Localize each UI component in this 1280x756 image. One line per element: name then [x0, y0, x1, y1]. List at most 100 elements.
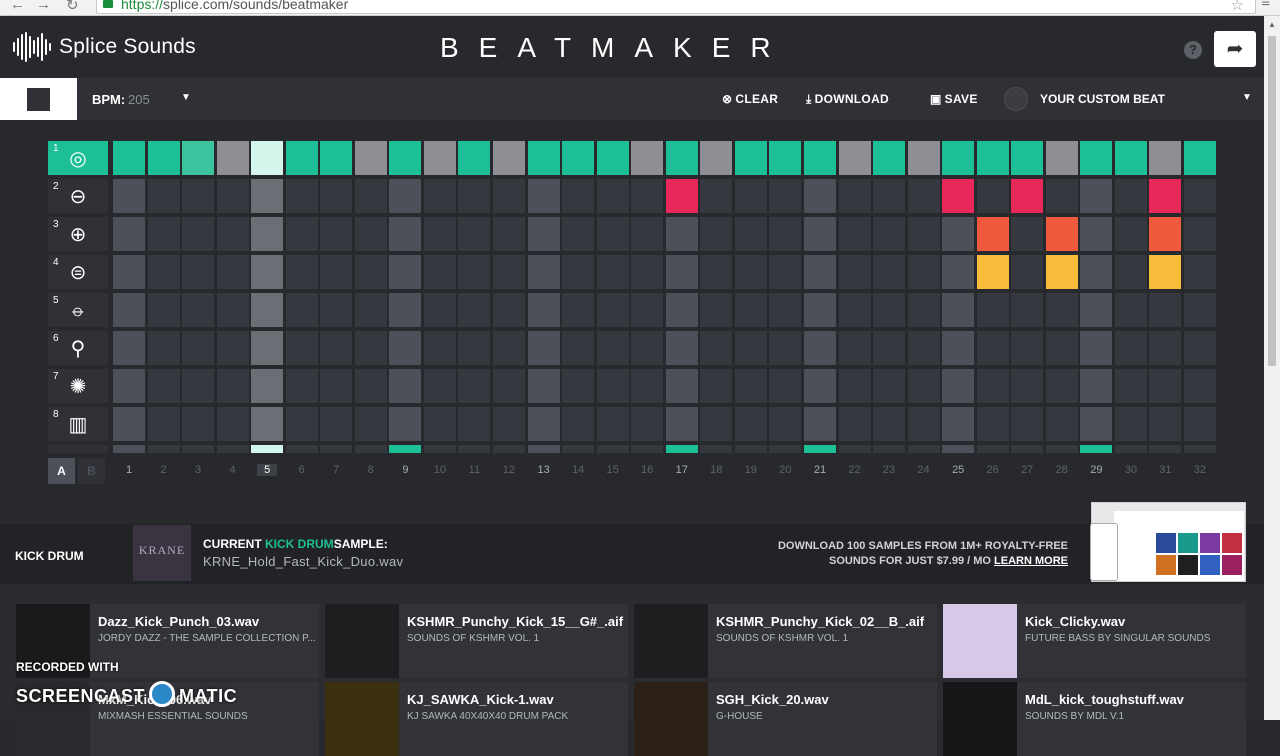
step-cell[interactable] — [182, 331, 214, 365]
step-cell[interactable] — [631, 179, 664, 213]
step-cell[interactable] — [734, 293, 767, 327]
step-cell[interactable] — [976, 293, 1009, 327]
step-cell[interactable] — [216, 217, 249, 251]
step-cell[interactable] — [804, 369, 836, 403]
step-cell[interactable] — [873, 369, 905, 403]
step-cell[interactable] — [1080, 369, 1113, 403]
step-cell[interactable] — [320, 217, 353, 251]
step-cell[interactable] — [562, 141, 595, 175]
step-cell[interactable] — [1149, 369, 1182, 403]
step-cell[interactable] — [527, 141, 560, 175]
step-cell[interactable] — [1011, 331, 1044, 365]
step-cell[interactable] — [113, 407, 145, 441]
step-cell[interactable] — [1011, 217, 1044, 251]
step-cell[interactable] — [631, 369, 664, 403]
step-cell[interactable] — [976, 141, 1009, 175]
step-cell[interactable] — [182, 141, 214, 175]
step-cell[interactable] — [216, 179, 249, 213]
step-cell[interactable] — [907, 141, 940, 175]
step-cell[interactable] — [804, 331, 836, 365]
step-cell[interactable] — [769, 141, 802, 175]
step-cell[interactable] — [527, 331, 560, 365]
step-cell[interactable] — [907, 445, 940, 453]
step-cell[interactable] — [700, 179, 733, 213]
step-cell[interactable] — [907, 407, 940, 441]
step-cell[interactable] — [769, 217, 802, 251]
step-cell[interactable] — [700, 255, 733, 289]
step-cell[interactable] — [320, 445, 353, 453]
step-cell[interactable] — [596, 293, 629, 327]
step-cell[interactable] — [113, 141, 145, 175]
step-cell[interactable] — [665, 293, 698, 327]
step-cell[interactable] — [389, 217, 422, 251]
step-cell[interactable] — [804, 141, 836, 175]
step-cell[interactable] — [354, 369, 387, 403]
step-cell[interactable] — [354, 407, 387, 441]
step-cell[interactable] — [838, 369, 871, 403]
step-cell[interactable] — [492, 179, 525, 213]
step-cell[interactable] — [1045, 331, 1078, 365]
step-cell[interactable] — [182, 445, 214, 453]
step-cell[interactable] — [320, 179, 353, 213]
sample-pack-art[interactable] — [634, 604, 708, 678]
stop-button[interactable] — [0, 78, 77, 120]
step-cell[interactable] — [251, 445, 284, 453]
step-cell[interactable] — [389, 445, 422, 453]
step-cell[interactable] — [1114, 217, 1147, 251]
step-cell[interactable] — [182, 179, 214, 213]
step-cell[interactable] — [631, 217, 664, 251]
step-cell[interactable] — [596, 445, 629, 453]
step-cell[interactable] — [1080, 407, 1113, 441]
sample-pack-art[interactable]: KRANE — [133, 525, 191, 581]
step-cell[interactable] — [873, 407, 905, 441]
step-cell[interactable] — [147, 217, 180, 251]
step-cell[interactable] — [527, 369, 560, 403]
step-cell[interactable] — [838, 445, 871, 453]
step-cell[interactable] — [1011, 293, 1044, 327]
share-button[interactable]: ➦ — [1214, 31, 1256, 67]
step-cell[interactable] — [389, 255, 422, 289]
step-cell[interactable] — [734, 141, 767, 175]
step-cell[interactable] — [113, 331, 145, 365]
scroll-up-icon[interactable]: ▲ — [1268, 20, 1276, 29]
step-cell[interactable] — [527, 293, 560, 327]
step-cell[interactable] — [734, 407, 767, 441]
pattern-tab-b[interactable]: B — [78, 458, 105, 484]
step-cell[interactable] — [389, 369, 422, 403]
step-cell[interactable] — [700, 445, 733, 453]
step-cell[interactable] — [700, 141, 733, 175]
step-cell[interactable] — [873, 331, 905, 365]
step-cell[interactable] — [734, 217, 767, 251]
step-cell[interactable] — [285, 293, 318, 327]
step-cell[interactable] — [976, 217, 1009, 251]
step-cell[interactable] — [251, 179, 284, 213]
sample-pack-art[interactable] — [943, 682, 1017, 756]
step-cell[interactable] — [665, 407, 698, 441]
forward-icon[interactable]: → — [36, 0, 51, 13]
step-cell[interactable] — [942, 217, 975, 251]
step-cell[interactable] — [216, 407, 249, 441]
step-cell[interactable] — [492, 141, 525, 175]
step-cell[interactable] — [665, 141, 698, 175]
step-cell[interactable] — [458, 293, 491, 327]
step-cell[interactable] — [1114, 445, 1147, 453]
step-cell[interactable] — [354, 255, 387, 289]
library-sample-card[interactable]: Kick_Clicky.wav FUTURE BASS BY SINGULAR S… — [943, 604, 1246, 678]
step-cell[interactable] — [769, 179, 802, 213]
step-cell[interactable] — [631, 141, 664, 175]
step-cell[interactable] — [1080, 217, 1113, 251]
sample-pack-art[interactable] — [634, 682, 708, 756]
step-cell[interactable] — [734, 369, 767, 403]
step-cell[interactable] — [423, 217, 456, 251]
step-cell[interactable] — [804, 255, 836, 289]
step-cell[interactable] — [631, 407, 664, 441]
step-cell[interactable] — [1149, 331, 1182, 365]
step-cell[interactable] — [182, 255, 214, 289]
step-cell[interactable] — [285, 255, 318, 289]
step-cell[interactable] — [113, 179, 145, 213]
step-cell[interactable] — [527, 179, 560, 213]
step-cell[interactable] — [631, 445, 664, 453]
step-cell[interactable] — [1114, 369, 1147, 403]
step-cell[interactable] — [1183, 331, 1216, 365]
step-cell[interactable] — [1080, 179, 1113, 213]
